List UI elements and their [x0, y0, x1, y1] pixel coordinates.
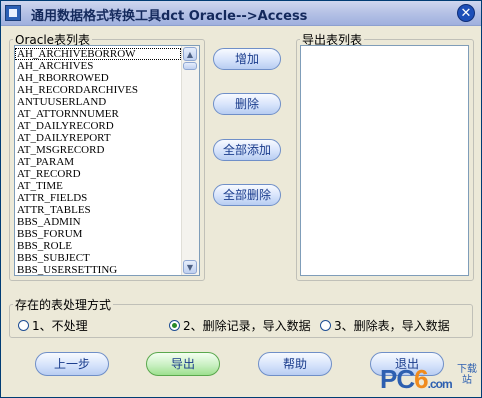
- scroll-thumb[interactable]: [183, 62, 197, 70]
- watermark-side-top: 下载: [457, 364, 477, 375]
- mode-option-1[interactable]: 1、不处理: [18, 317, 88, 334]
- converter-window: 通用数据格式转换工具dct Oracle-->Access ✕ Oracle表列…: [0, 0, 482, 398]
- list-item[interactable]: AT_RECORD: [15, 168, 181, 180]
- list-item[interactable]: AT_MSGRECORD: [15, 144, 181, 156]
- list-item[interactable]: ATTR_FIELDS: [15, 192, 181, 204]
- mode-option-3-label: 3、删除表，导入数据: [334, 319, 450, 333]
- watermark-side-bottom: 站: [462, 375, 472, 386]
- list-item[interactable]: ATTR_TABLES: [15, 204, 181, 216]
- watermark-side: 下载站: [457, 364, 477, 386]
- watermark-logo: PC6.com: [380, 364, 453, 394]
- oracle-list-scrollbar[interactable]: ▲ ▼: [181, 46, 199, 275]
- mode-option-2-radio[interactable]: [169, 320, 180, 331]
- remove-button[interactable]: 删除: [213, 93, 281, 115]
- list-item[interactable]: AT_PARAM: [15, 156, 181, 168]
- list-item[interactable]: AH_ARCHIVES: [15, 60, 181, 72]
- title-bar: 通用数据格式转换工具dct Oracle-->Access ✕: [1, 1, 481, 26]
- mode-option-1-radio[interactable]: [18, 320, 29, 331]
- list-item[interactable]: BBS_USERSETTING: [15, 264, 181, 275]
- add-button[interactable]: 增加: [213, 48, 281, 70]
- scroll-down-icon[interactable]: ▼: [183, 260, 197, 274]
- list-item[interactable]: BBS_ADMIN: [15, 216, 181, 228]
- help-button[interactable]: 帮助: [258, 352, 332, 376]
- list-item[interactable]: AT_ATTORNNUMER: [15, 108, 181, 120]
- existing-table-mode-legend: 存在的表处理方式: [15, 298, 112, 312]
- mode-option-2-label: 2、删除记录，导入数据: [183, 319, 311, 333]
- list-item[interactable]: AT_DAILYRECORD: [15, 120, 181, 132]
- oracle-table-items: AH_ARCHIVEBORROW AH_ARCHIVES AH_RBORROWED A…: [15, 48, 181, 275]
- export-table-list[interactable]: [300, 45, 469, 276]
- close-button[interactable]: ✕: [457, 4, 475, 22]
- site-watermark: PC6.com 下载站: [380, 364, 477, 395]
- app-icon: [5, 5, 21, 21]
- mode-option-3-radio[interactable]: [320, 320, 331, 331]
- list-item[interactable]: AH_RECORDARCHIVES: [15, 84, 181, 96]
- list-item[interactable]: BBS_SUBJECT: [15, 252, 181, 264]
- list-item[interactable]: BBS_ROLE: [15, 240, 181, 252]
- watermark-brand-b: 6: [414, 364, 429, 394]
- list-item[interactable]: ANTUUSERLAND: [15, 96, 181, 108]
- list-item[interactable]: AT_DAILYREPORT: [15, 132, 181, 144]
- add-all-button[interactable]: 全部添加: [213, 139, 281, 161]
- mode-option-1-label: 1、不处理: [32, 319, 88, 333]
- mode-option-3[interactable]: 3、删除表，导入数据: [320, 317, 450, 334]
- scroll-up-icon[interactable]: ▲: [183, 47, 197, 61]
- watermark-brand-a: PC: [380, 364, 415, 394]
- list-item[interactable]: AH_ARCHIVEBORROW: [15, 48, 181, 60]
- mode-option-2[interactable]: 2、删除记录，导入数据: [169, 317, 311, 334]
- list-item[interactable]: AT_TIME: [15, 180, 181, 192]
- prev-step-button[interactable]: 上一步: [35, 352, 109, 376]
- window-title: 通用数据格式转换工具dct Oracle-->Access: [31, 9, 308, 24]
- list-item[interactable]: BBS_FORUM: [15, 228, 181, 240]
- export-button[interactable]: 导出: [146, 352, 220, 376]
- remove-all-button[interactable]: 全部删除: [213, 184, 281, 206]
- watermark-brand-c: .com: [427, 377, 453, 391]
- oracle-table-list[interactable]: AH_ARCHIVEBORROW AH_ARCHIVES AH_RBORROWED A…: [14, 45, 200, 276]
- list-item[interactable]: AH_RBORROWED: [15, 72, 181, 84]
